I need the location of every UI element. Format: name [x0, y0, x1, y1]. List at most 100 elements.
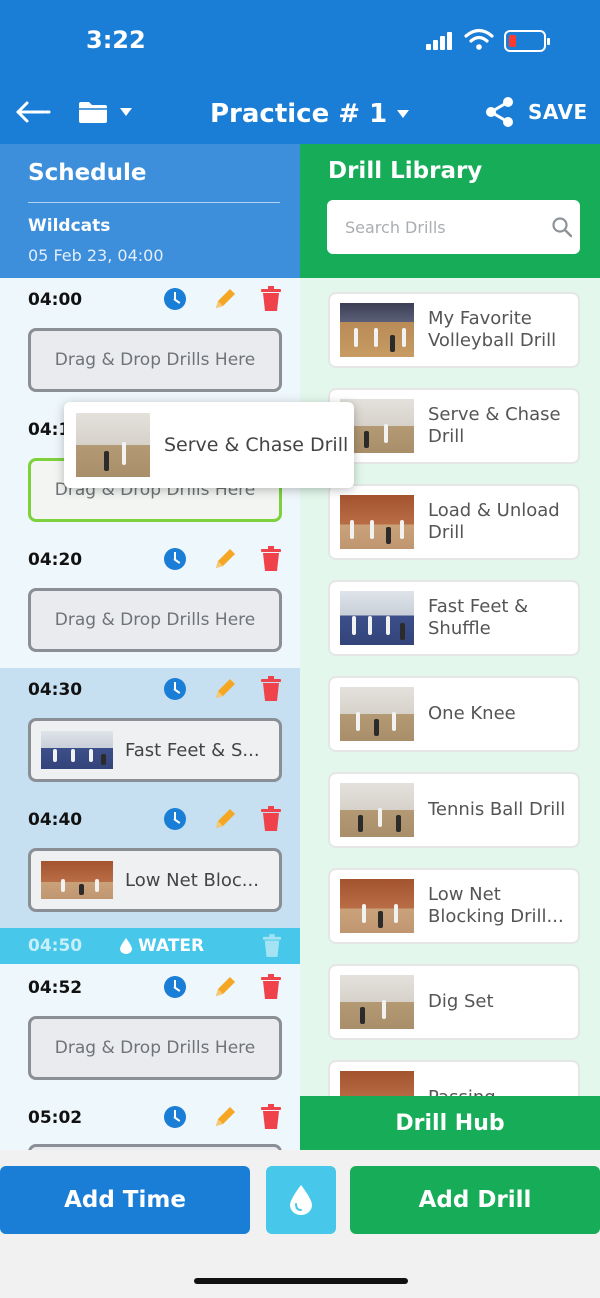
- drill-label: Dig Set: [428, 991, 494, 1012]
- clock-icon[interactable]: [164, 288, 186, 310]
- trash-icon[interactable]: [260, 806, 282, 832]
- slot-time: 04:40: [28, 810, 83, 830]
- water-time: 04:50: [28, 936, 83, 956]
- divider: [28, 202, 280, 203]
- wifi-icon: [464, 28, 494, 50]
- drill-thumbnail: [340, 783, 414, 837]
- library-drill-card[interactable]: Load & Unload Drill: [328, 484, 580, 560]
- search-icon[interactable]: [551, 216, 573, 238]
- drill-dropzone[interactable]: Drag & Drop Drills Here: [28, 1016, 282, 1080]
- library-drill-card[interactable]: Passing,: [328, 1060, 580, 1096]
- library-drill-card[interactable]: Dig Set: [328, 964, 580, 1040]
- search-input[interactable]: [345, 214, 535, 240]
- drill-dropzone[interactable]: Drag & Drop Drills Here: [28, 588, 282, 652]
- drill-thumbnail: [340, 303, 414, 357]
- dragging-drill-card[interactable]: Serve & Chase Drill: [64, 402, 354, 488]
- slot-time: 04:00: [28, 290, 83, 310]
- status-time: 3:22: [86, 26, 146, 54]
- team-name: Wildcats: [28, 216, 111, 236]
- pencil-icon[interactable]: [212, 676, 238, 702]
- drill-thumbnail: [340, 687, 414, 741]
- trash-icon[interactable]: [260, 974, 282, 1000]
- add-water-button[interactable]: [266, 1166, 336, 1234]
- cellular-signal-icon: [426, 32, 452, 50]
- library-drill-card[interactable]: One Knee: [328, 676, 580, 752]
- water-break-row[interactable]: 04:50 WATER: [0, 928, 300, 964]
- library-drill-card[interactable]: Fast Feet & Shuffle: [328, 580, 580, 656]
- save-button[interactable]: SAVE: [528, 100, 588, 124]
- drill-library-list[interactable]: My Favorite Volleyball Drill Serve & Cha…: [300, 278, 600, 1096]
- water-label: WATER: [138, 936, 205, 956]
- water-label-group: WATER: [120, 936, 204, 956]
- drill-label: Passing,: [428, 1087, 574, 1096]
- trash-icon[interactable]: [260, 676, 282, 702]
- drill-label: Low Net Bloc...: [125, 869, 259, 891]
- drill-label: Serve & Chase Drill: [164, 434, 349, 456]
- trash-icon[interactable]: [260, 546, 282, 572]
- pencil-icon[interactable]: [212, 806, 238, 832]
- clock-icon[interactable]: [164, 678, 186, 700]
- drill-thumbnail: [340, 1071, 414, 1096]
- drill-dropzone[interactable]: Drag & Drop Drills Here: [28, 328, 282, 392]
- add-time-button[interactable]: Add Time: [0, 1166, 250, 1234]
- practice-title-dropdown[interactable]: Practice # 1: [210, 96, 410, 132]
- slot-time: 05:02: [28, 1108, 83, 1128]
- drill-label: Tennis Ball Drill: [428, 799, 566, 820]
- library-drill-card[interactable]: My Favorite Volleyball Drill: [328, 292, 580, 368]
- clock-icon[interactable]: [164, 1106, 186, 1128]
- slot-time: 04:52: [28, 978, 83, 998]
- drill-thumbnail: [41, 731, 113, 769]
- chevron-down-icon: [120, 108, 132, 116]
- add-drill-button[interactable]: Add Drill: [350, 1166, 600, 1234]
- bottom-toolbar: Add Time Add Drill: [0, 1150, 600, 1298]
- scheduled-drill[interactable]: Fast Feet & S...: [28, 718, 282, 782]
- pencil-icon[interactable]: [212, 1104, 238, 1130]
- library-drill-card[interactable]: Tennis Ball Drill: [328, 772, 580, 848]
- clock-icon[interactable]: [164, 808, 186, 830]
- schedule-title: Schedule: [28, 160, 147, 186]
- clock-icon[interactable]: [164, 976, 186, 998]
- drill-thumbnail: [76, 413, 150, 477]
- home-indicator[interactable]: [194, 1278, 408, 1284]
- search-box: [327, 200, 580, 254]
- water-drop-icon: [290, 1185, 312, 1215]
- drill-hub-button[interactable]: Drill Hub: [300, 1096, 600, 1150]
- folder-icon: [79, 102, 107, 123]
- drill-label: Low Net Blocking Drill...: [428, 884, 564, 927]
- folder-menu-button[interactable]: [78, 98, 132, 128]
- drill-label: Load & Unload Drill: [428, 500, 560, 543]
- drill-thumbnail: [340, 495, 414, 549]
- nav-bar: Practice # 1 SAVE: [0, 80, 600, 144]
- pencil-icon[interactable]: [212, 974, 238, 1000]
- page-title: Practice # 1: [210, 99, 388, 129]
- trash-icon[interactable]: [260, 1104, 282, 1130]
- drill-label: Fast Feet & S...: [125, 739, 260, 761]
- drill-thumbnail: [41, 861, 113, 899]
- library-drill-card[interactable]: Serve & Chase Drill: [328, 388, 580, 464]
- drill-label: My Favorite Volleyball Drill: [428, 308, 557, 351]
- battery-icon: [504, 30, 550, 52]
- scheduled-drill[interactable]: Low Net Bloc...: [28, 848, 282, 912]
- back-arrow-icon[interactable]: [14, 96, 52, 128]
- pencil-icon[interactable]: [212, 286, 238, 312]
- drill-thumbnail: [340, 879, 414, 933]
- drill-library-header: Drill Library: [300, 144, 600, 278]
- clock-icon[interactable]: [164, 548, 186, 570]
- chevron-down-icon: [397, 110, 410, 118]
- practice-date: 05 Feb 23, 04:00: [28, 246, 164, 265]
- pencil-icon[interactable]: [212, 546, 238, 572]
- drill-thumbnail: [340, 975, 414, 1029]
- schedule-header: Schedule Wildcats 05 Feb 23, 04:00: [0, 144, 300, 278]
- share-icon[interactable]: [484, 96, 516, 128]
- drill-label: One Knee: [428, 703, 516, 724]
- drill-label: Fast Feet & Shuffle: [428, 596, 529, 639]
- water-drop-icon: [120, 938, 132, 954]
- slot-time: 04:30: [28, 680, 83, 700]
- library-drill-card[interactable]: Low Net Blocking Drill...: [328, 868, 580, 944]
- slot-time: 04:20: [28, 550, 83, 570]
- drill-thumbnail: [340, 591, 414, 645]
- trash-icon[interactable]: [260, 286, 282, 312]
- trash-icon[interactable]: [262, 934, 282, 958]
- drill-label: Serve & Chase Drill: [428, 404, 561, 447]
- status-bar: 3:22: [0, 0, 600, 80]
